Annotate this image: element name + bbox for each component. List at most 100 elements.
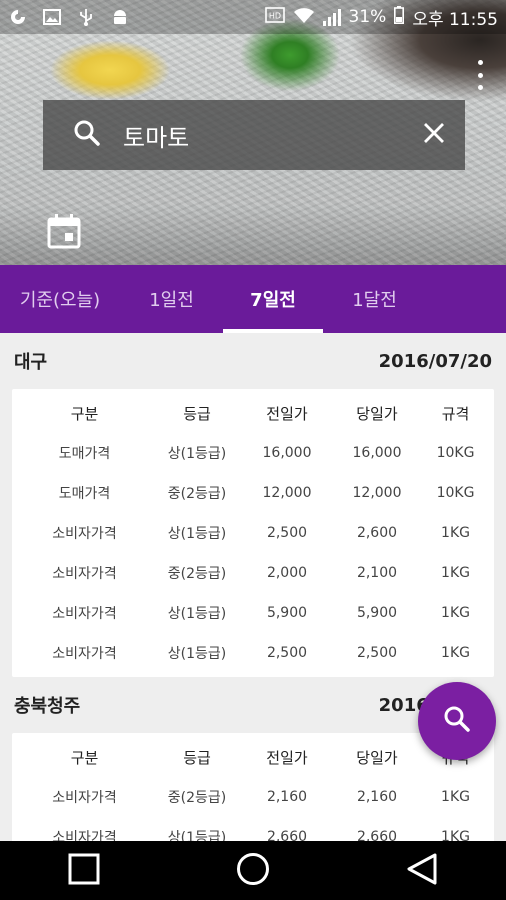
- cell-today-price: 2,160: [356, 789, 398, 805]
- cell-grade: 중(2등급): [167, 566, 227, 582]
- column-header: 당일가: [356, 404, 398, 423]
- period-tabs: 기준(오늘) 1일전 7일전 1달전: [0, 265, 506, 333]
- tab-7-days-ago[interactable]: 7일전: [223, 265, 323, 333]
- table-header-row: 구분 등급 전일가 당일가 규격: [12, 393, 494, 433]
- battery-icon: [394, 5, 405, 29]
- cell-unit: 1KG: [441, 829, 470, 841]
- cell-prev-price: 12,000: [262, 485, 312, 501]
- cell-today-price: 2,100: [356, 565, 398, 581]
- system-navigation-bar: [0, 841, 506, 900]
- table-row: 소비자가격 상(1등급) 2,500 2,500 1KG: [12, 633, 494, 673]
- signal-icon: [322, 8, 341, 26]
- cell-prev-price: 2,000: [266, 565, 308, 581]
- search-fab-button[interactable]: [418, 682, 496, 760]
- table-row: 소비자가격 중(2등급) 2,000 2,100 1KG: [12, 553, 494, 593]
- column-header: 구분: [70, 404, 99, 423]
- back-button[interactable]: [392, 841, 452, 900]
- more-vert-icon[interactable]: [474, 60, 486, 90]
- app-notification-icon: [8, 8, 28, 26]
- cell-prev-price: 5,900: [266, 605, 308, 621]
- price-table: 구분 등급 전일가 당일가 규격 도매가격 상(1등급) 16,000 16,0…: [12, 389, 494, 677]
- cell-type: 소비자가격: [52, 790, 117, 806]
- cell-today-price: 12,000: [352, 485, 402, 501]
- table-row: 소비자가격 중(2등급) 2,160 2,160 1KG: [12, 777, 494, 817]
- table-row: 도매가격 중(2등급) 12,000 12,000 10KG: [12, 473, 494, 513]
- home-button[interactable]: [223, 841, 283, 900]
- tab-1-month-ago[interactable]: 1달전: [323, 265, 426, 333]
- close-icon[interactable]: [423, 122, 445, 148]
- column-header: 구분: [70, 748, 99, 767]
- price-list: 대구 2016/07/20 구분 등급 전일가 당일가 규격 도매가격 상(1등…: [0, 333, 506, 841]
- region-name: 충북청주: [14, 696, 81, 717]
- cell-grade: 상(1등급): [167, 526, 227, 542]
- cell-today-price: 2,500: [356, 645, 398, 661]
- system-icons: HD 31% 오후 11:55: [264, 5, 498, 30]
- triangle-back-icon: [406, 852, 438, 890]
- cell-type: 도매가격: [58, 486, 111, 502]
- cell-type: 소비자가격: [52, 830, 117, 841]
- table-row: 소비자가격 상(1등급) 2,500 2,600 1KG: [12, 513, 494, 553]
- search-icon: [442, 704, 472, 738]
- battery-percent: 31%: [348, 7, 387, 27]
- cell-today-price: 16,000: [352, 445, 402, 461]
- tab-today[interactable]: 기준(오늘): [0, 265, 120, 333]
- tab-1-day-ago[interactable]: 1일전: [120, 265, 223, 333]
- cell-unit: 1KG: [441, 565, 470, 581]
- calendar-icon[interactable]: [47, 213, 81, 249]
- cell-today-price: 5,900: [356, 605, 398, 621]
- usb-icon: [76, 8, 96, 26]
- cell-unit: 10KG: [436, 485, 475, 501]
- cell-today-price: 2,600: [356, 525, 398, 541]
- cell-grade: 상(1등급): [167, 446, 227, 462]
- cell-type: 소비자가격: [52, 566, 117, 582]
- circle-icon: [236, 852, 270, 890]
- cell-prev-price: 2,160: [266, 789, 308, 805]
- region-name: 대구: [14, 352, 48, 373]
- column-header: 당일가: [356, 748, 398, 767]
- column-header: 등급: [183, 748, 211, 767]
- cell-unit: 1KG: [441, 789, 470, 805]
- square-icon: [68, 853, 100, 889]
- hd-icon: HD: [264, 6, 285, 28]
- cell-unit: 10KG: [436, 445, 475, 461]
- cell-grade: 중(2등급): [167, 486, 227, 502]
- cell-type: 소비자가격: [52, 606, 117, 622]
- search-input[interactable]: [123, 121, 423, 149]
- cell-prev-price: 2,500: [266, 645, 308, 661]
- cell-type: 도매가격: [58, 446, 111, 462]
- cell-grade: 상(1등급): [167, 646, 227, 662]
- section-header: 대구 2016/07/20: [0, 333, 506, 389]
- table-row: 소비자가격 상(1등급) 2,660 2,660 1KG: [12, 817, 494, 841]
- column-header: 규격: [441, 404, 470, 423]
- clock: 오후 11:55: [412, 9, 498, 30]
- cell-type: 소비자가격: [52, 646, 117, 662]
- search-bar: [43, 100, 465, 170]
- cell-today-price: 2,660: [356, 829, 398, 841]
- svg-text:HD: HD: [268, 11, 280, 20]
- cell-prev-price: 2,500: [266, 525, 308, 541]
- section-date: 2016/07/20: [378, 350, 492, 372]
- search-icon[interactable]: [73, 119, 101, 151]
- table-row: 도매가격 상(1등급) 16,000 16,000 10KG: [12, 433, 494, 473]
- cell-grade: 상(1등급): [167, 830, 227, 841]
- column-header: 전일가: [266, 404, 308, 423]
- recent-apps-button[interactable]: [54, 841, 114, 900]
- cell-unit: 1KG: [441, 605, 470, 621]
- cell-prev-price: 16,000: [262, 445, 312, 461]
- column-header: 등급: [183, 404, 211, 423]
- image-icon: [42, 8, 62, 26]
- wifi-icon: [293, 6, 315, 29]
- price-table: 구분 등급 전일가 당일가 규격 소비자가격 중(2등급) 2,160 2,16…: [12, 733, 494, 841]
- cell-prev-price: 2,660: [266, 829, 308, 841]
- column-header: 전일가: [266, 748, 308, 767]
- status-bar: HD 31% 오후 11:55: [0, 0, 506, 34]
- cell-type: 소비자가격: [52, 526, 117, 542]
- cell-grade: 중(2등급): [167, 790, 227, 806]
- notification-icons: [8, 8, 130, 26]
- android-icon: [110, 8, 130, 26]
- cell-unit: 1KG: [441, 525, 470, 541]
- table-header-row: 구분 등급 전일가 당일가 규격: [12, 737, 494, 777]
- cell-unit: 1KG: [441, 645, 470, 661]
- table-row: 소비자가격 상(1등급) 5,900 5,900 1KG: [12, 593, 494, 633]
- cell-grade: 상(1등급): [167, 606, 227, 622]
